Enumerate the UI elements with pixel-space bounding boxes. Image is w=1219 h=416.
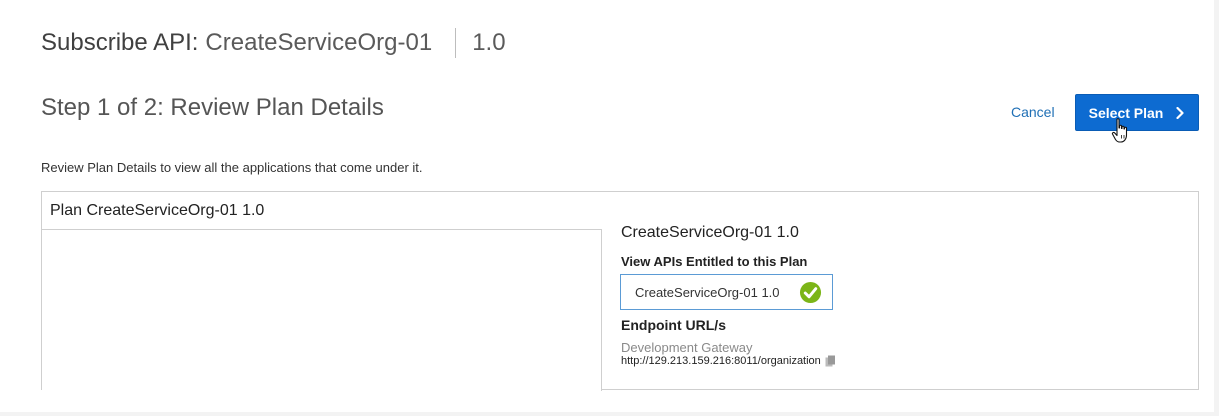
- endpoint-label: Endpoint URL/s: [621, 317, 726, 333]
- plan-details-box: Plan CreateServiceOrg-01 1.0 CreateServi…: [41, 191, 1199, 391]
- api-entitled-item[interactable]: CreateServiceOrg-01 1.0: [620, 274, 833, 310]
- subscribe-panel: Subscribe API: CreateServiceOrg-01 1.0 S…: [0, 0, 1214, 412]
- cancel-button[interactable]: Cancel: [1011, 104, 1055, 120]
- title-divider: [455, 28, 457, 58]
- api-version: 1.0: [472, 29, 506, 56]
- apis-entitled-label: View APIs Entitled to this Plan: [621, 254, 808, 269]
- select-plan-button[interactable]: Select Plan: [1075, 94, 1199, 131]
- page-title: Subscribe API: CreateServiceOrg-01 1.0: [41, 28, 506, 58]
- api-entitled-label: CreateServiceOrg-01 1.0: [635, 284, 780, 300]
- hand-pointer-icon: [1111, 118, 1128, 143]
- check-circle-icon: [799, 281, 822, 304]
- gateway-name: Development Gateway: [621, 340, 753, 355]
- step-title: Step 1 of 2: Review Plan Details: [41, 94, 384, 121]
- gateway-url: http://129.213.159.216:8011/organization: [621, 355, 821, 367]
- api-name: CreateServiceOrg-01: [205, 29, 433, 56]
- copy-icon[interactable]: [825, 355, 836, 367]
- gateway-url-row: http://129.213.159.216:8011/organization: [621, 355, 836, 367]
- plan-detail-panel: CreateServiceOrg-01 1.0 View APIs Entitl…: [601, 224, 1199, 391]
- plan-detail-title: CreateServiceOrg-01 1.0: [621, 224, 799, 241]
- title-prefix: Subscribe API:: [41, 29, 199, 56]
- step-description: Review Plan Details to view all the appl…: [41, 160, 423, 175]
- plan-tab[interactable]: Plan CreateServiceOrg-01 1.0: [42, 192, 602, 230]
- chevron-right-icon: [1176, 106, 1184, 119]
